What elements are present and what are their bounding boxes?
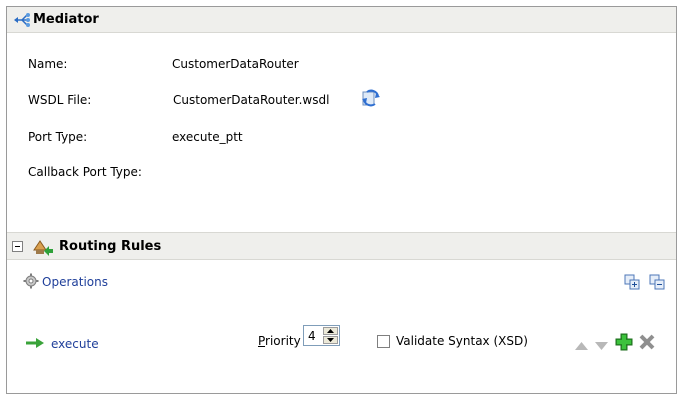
mediator-header: Mediator bbox=[7, 7, 676, 33]
routing-rules-icon bbox=[32, 238, 54, 259]
refresh-wsdl-icon[interactable] bbox=[360, 88, 382, 111]
priority-decrement-button[interactable] bbox=[323, 336, 338, 344]
port-type-label: Port Type: bbox=[28, 130, 88, 144]
callback-port-type-label: Callback Port Type: bbox=[28, 165, 142, 179]
validate-syntax-checkbox[interactable] bbox=[377, 335, 390, 348]
priority-label: Priority bbox=[258, 334, 301, 348]
expand-all-icon[interactable] bbox=[624, 274, 640, 293]
arrow-right-icon bbox=[25, 337, 45, 352]
validate-syntax-label: Validate Syntax (XSD) bbox=[396, 334, 528, 348]
priority-spinner[interactable]: 4 bbox=[303, 325, 340, 346]
routing-rules-header: Routing Rules bbox=[7, 232, 676, 260]
delete-rule-icon[interactable] bbox=[639, 334, 655, 353]
priority-label-text: riority bbox=[265, 334, 301, 348]
operations-link[interactable]: Operations bbox=[42, 275, 108, 289]
collapse-routing-icon[interactable] bbox=[12, 241, 23, 252]
mediator-title: Mediator bbox=[33, 12, 99, 27]
routing-rules-title: Routing Rules bbox=[59, 239, 162, 254]
priority-increment-button[interactable] bbox=[323, 327, 338, 335]
mediator-panel: Mediator Name: CustomerDataRouter WSDL F… bbox=[6, 6, 677, 394]
execute-operation-link[interactable]: execute bbox=[51, 337, 99, 351]
priority-mnemonic: P bbox=[258, 334, 266, 348]
wsdl-file-label: WSDL File: bbox=[28, 93, 92, 107]
operations-gear-icon bbox=[23, 273, 39, 292]
priority-value[interactable]: 4 bbox=[308, 329, 316, 343]
name-value[interactable]: CustomerDataRouter bbox=[172, 57, 299, 71]
move-up-icon[interactable] bbox=[575, 339, 588, 353]
collapse-all-icon[interactable] bbox=[649, 274, 665, 293]
wsdl-file-value[interactable]: CustomerDataRouter.wsdl bbox=[173, 93, 329, 107]
move-down-icon[interactable] bbox=[595, 339, 608, 353]
name-label: Name: bbox=[28, 57, 68, 71]
priority-spinner-buttons bbox=[323, 327, 338, 344]
add-rule-icon[interactable] bbox=[615, 333, 633, 354]
mediator-icon bbox=[13, 12, 31, 31]
port-type-value[interactable]: execute_ptt bbox=[172, 130, 243, 144]
